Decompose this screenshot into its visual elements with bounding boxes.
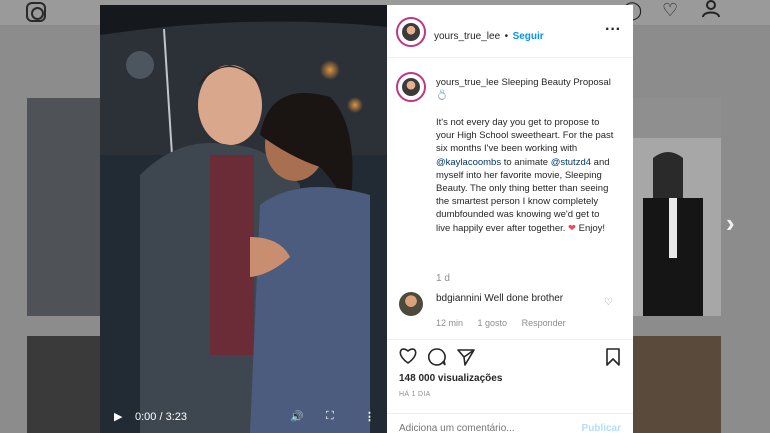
caption-time: 1 d [436,273,450,284]
background-post-thumbnail[interactable] [27,98,100,316]
comment-icon[interactable] [428,348,446,371]
post-header: yours_true_lee • Seguir ··· [387,5,633,58]
share-icon[interactable] [457,348,475,371]
background-post-thumbnail[interactable] [633,98,721,316]
profile-icon[interactable] [702,0,720,22]
comment-like-heart-icon[interactable]: ♡ [604,297,613,308]
mention-link[interactable]: @stutzd4 [551,157,591,168]
view-count[interactable]: 148 000 visualizações [399,373,502,384]
video-time: 0:00 / 3:23 [135,411,187,423]
caption-username[interactable]: yours_true_lee [436,77,499,88]
heart-icon[interactable] [399,348,417,369]
heart-emoji-icon: ❤ [568,222,576,234]
publish-button[interactable]: Publicar [582,423,621,433]
mention-link[interactable]: @kaylacoombs [436,157,501,168]
bookmark-icon[interactable] [606,348,620,371]
post-actions [387,339,633,373]
background-post-thumbnail[interactable] [27,336,100,433]
comment-time: 12 min [436,318,464,328]
post-age: HÁ 1 DIA [399,391,431,398]
background-post-thumbnail[interactable] [633,336,721,433]
volume-icon[interactable]: 🔊 [290,410,304,423]
post-video[interactable]: ▶ 0:00 / 3:23 🔊 ⛶ ⋮ [100,5,387,433]
commenter-avatar[interactable] [399,292,423,316]
separator-dot: • [504,31,509,42]
caption-text-2: to animate [501,156,551,168]
comment-text-line: bdgiannini Well done brother [436,293,563,304]
fullscreen-icon[interactable]: ⛶ [326,410,334,423]
heart-icon[interactable]: ♡ [662,0,678,20]
comment-likes[interactable]: 1 gosto [478,318,508,328]
commenter-username[interactable]: bdgiannini [436,293,482,304]
author-username[interactable]: yours_true_lee [434,31,500,42]
instagram-logo-icon[interactable] [26,2,46,22]
add-comment-input[interactable] [399,423,549,433]
comment-text: Well done brother [484,293,564,304]
next-post-chevron-icon[interactable]: › [726,208,735,239]
caption-text-1: It's not every day you get to propose to… [436,117,614,155]
comment-meta: 12 min 1 gosto Responder [436,318,578,328]
caption-title-line: yours_true_lee Sleeping Beauty Proposal … [436,76,616,102]
author-line: yours_true_lee • Seguir [434,26,544,44]
add-comment-bar: Publicar [387,413,633,433]
author-avatar[interactable] [396,17,426,47]
comment-reply-button[interactable]: Responder [522,318,566,328]
video-frame-image [100,5,387,433]
follow-button[interactable]: Seguir [513,31,544,42]
play-icon[interactable]: ▶ [114,410,122,423]
post-details-panel: yours_true_lee • Seguir ··· yours_true_l… [387,5,633,433]
caption-body: It's not every day you get to propose to… [436,116,616,235]
video-options-icon[interactable]: ⋮ [364,410,375,423]
more-options-icon[interactable]: ··· [605,21,621,39]
caption-text-4: Enjoy! [576,222,606,234]
caption-author-avatar[interactable] [396,72,426,102]
